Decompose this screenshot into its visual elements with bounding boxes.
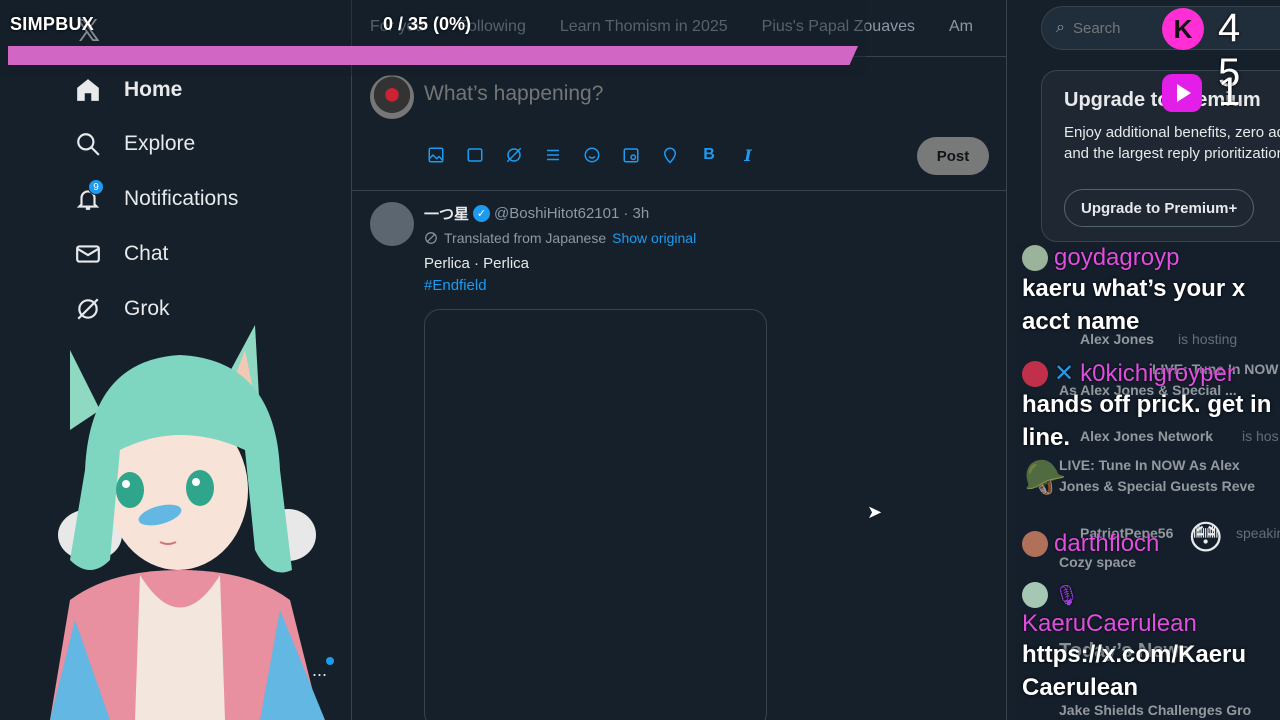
nav-label: Grok xyxy=(124,297,170,320)
gif-icon[interactable] xyxy=(465,145,485,165)
nav-notifications[interactable]: 9 Notifications xyxy=(74,179,238,219)
chat-user: 🎙 xyxy=(1022,582,1252,608)
tweet-header: 一つ星 ✓ @BoshiHitot62101 · 3h xyxy=(424,203,649,224)
mail-icon xyxy=(74,240,102,268)
simpbux-title: SIMPBUX xyxy=(10,14,95,34)
avatar xyxy=(1022,245,1048,271)
nav-explore[interactable]: Explore xyxy=(74,124,195,164)
translation-note: Translated from Japanese Show original xyxy=(424,230,696,246)
image-icon[interactable] xyxy=(426,145,446,165)
home-icon xyxy=(74,76,102,104)
tweet-author-name[interactable]: 一つ星 xyxy=(424,203,469,224)
grok-icon xyxy=(74,295,102,323)
compose-input[interactable] xyxy=(424,82,904,106)
chat-username: k0kichigroyper xyxy=(1080,359,1235,387)
avatar xyxy=(1022,582,1048,608)
bell-icon: 9 xyxy=(74,179,104,213)
italic-icon[interactable]: I xyxy=(738,145,758,165)
chat-username: darthfloch xyxy=(1054,530,1160,557)
vtuber-avatar xyxy=(50,325,325,720)
emoji-icon[interactable] xyxy=(582,145,602,165)
chat-user: darthfloch xyxy=(1022,530,1159,558)
avatar xyxy=(1022,360,1048,387)
chat-text: kaeru what’s your x acct name xyxy=(1022,275,1246,335)
nav-chat[interactable]: Chat xyxy=(74,234,168,274)
grok-icon[interactable] xyxy=(504,145,524,165)
chat-username: KaeruCaerulean xyxy=(1022,610,1197,637)
chat-user: goydagroyp xyxy=(1022,244,1272,272)
simpbux-progress-bar xyxy=(8,46,858,65)
chat-user: ✕ k0kichigroyper xyxy=(1022,359,1272,388)
show-original-link[interactable]: Show original xyxy=(612,230,696,246)
chat-message: ✕ k0kichigroyper hands off prick. get in… xyxy=(1022,359,1272,454)
mouse-cursor-icon: ➤ xyxy=(867,502,883,522)
search-icon: ⌕ xyxy=(1056,19,1065,36)
tweet-author-handle[interactable]: @BoshiHitot62101 xyxy=(494,205,619,222)
simpbux-count: 0 / 35 (0%) xyxy=(383,14,472,34)
soldier-emote-icon: 🪖 xyxy=(1024,459,1067,497)
post-button[interactable]: Post xyxy=(917,137,989,175)
notification-badge: 9 xyxy=(88,179,104,195)
translate-icon xyxy=(425,232,437,244)
main-timeline: For you Following Learn Thomism in 2025 … xyxy=(352,0,1007,720)
compose-toolbar: B I xyxy=(426,145,758,165)
kick-logo-icon: K xyxy=(1162,8,1204,50)
x-badge-icon: ✕ xyxy=(1054,360,1075,387)
chat-text: hands off prick. get in line. xyxy=(1022,391,1272,451)
tweet-media[interactable] xyxy=(424,309,767,720)
nav-label: Home xyxy=(124,78,183,101)
avatar xyxy=(1022,531,1048,557)
upgrade-premium-button[interactable]: Upgrade to Premium+ xyxy=(1064,189,1255,227)
location-icon[interactable] xyxy=(660,145,680,165)
tweet-body: Perlica · Perlica #Endfield xyxy=(424,253,529,297)
nav-label: Chat xyxy=(124,242,169,265)
tweet-text: Perlica · Perlica xyxy=(424,255,530,272)
chat-user: KaeruCaerulean xyxy=(1022,610,1252,638)
bold-icon[interactable]: B xyxy=(699,145,719,165)
poll-icon[interactable] xyxy=(543,145,563,165)
avatar[interactable] xyxy=(370,202,414,246)
microphone-icon: 🎙 xyxy=(1054,584,1080,607)
play-logo-icon xyxy=(1162,74,1202,112)
verified-icon: ✓ xyxy=(473,205,491,222)
nav-label: Explore xyxy=(124,132,196,155)
hashtag-link[interactable]: #Endfield xyxy=(424,275,529,297)
chat-message: goydagroyp kaeru what’s your x acct name xyxy=(1022,244,1272,338)
tweet-time: · 3h xyxy=(623,205,650,222)
nav-home[interactable]: Home xyxy=(74,70,182,110)
search-icon xyxy=(74,130,102,158)
avatar[interactable] xyxy=(370,75,414,119)
nav-label: Notifications xyxy=(124,187,239,210)
play-viewer-count: 1 xyxy=(1218,70,1241,114)
divider xyxy=(352,190,1007,191)
premium-description: Enjoy additional benefits, zero ads and … xyxy=(1064,124,1280,162)
tab-more[interactable]: Am xyxy=(949,18,973,36)
schedule-icon[interactable] xyxy=(621,145,641,165)
chat-text: https://x.com/KaeruCaerulean xyxy=(1022,641,1247,701)
chat-message: 🎙 KaeruCaerulean https://x.com/KaeruCaer… xyxy=(1022,582,1252,704)
chat-username: goydagroyp xyxy=(1054,244,1180,271)
chat-message: darthfloch xyxy=(1022,530,1159,558)
translated-label: Translated from Japanese xyxy=(444,230,607,246)
flushed-emote-icon: 😳 xyxy=(1188,519,1224,557)
